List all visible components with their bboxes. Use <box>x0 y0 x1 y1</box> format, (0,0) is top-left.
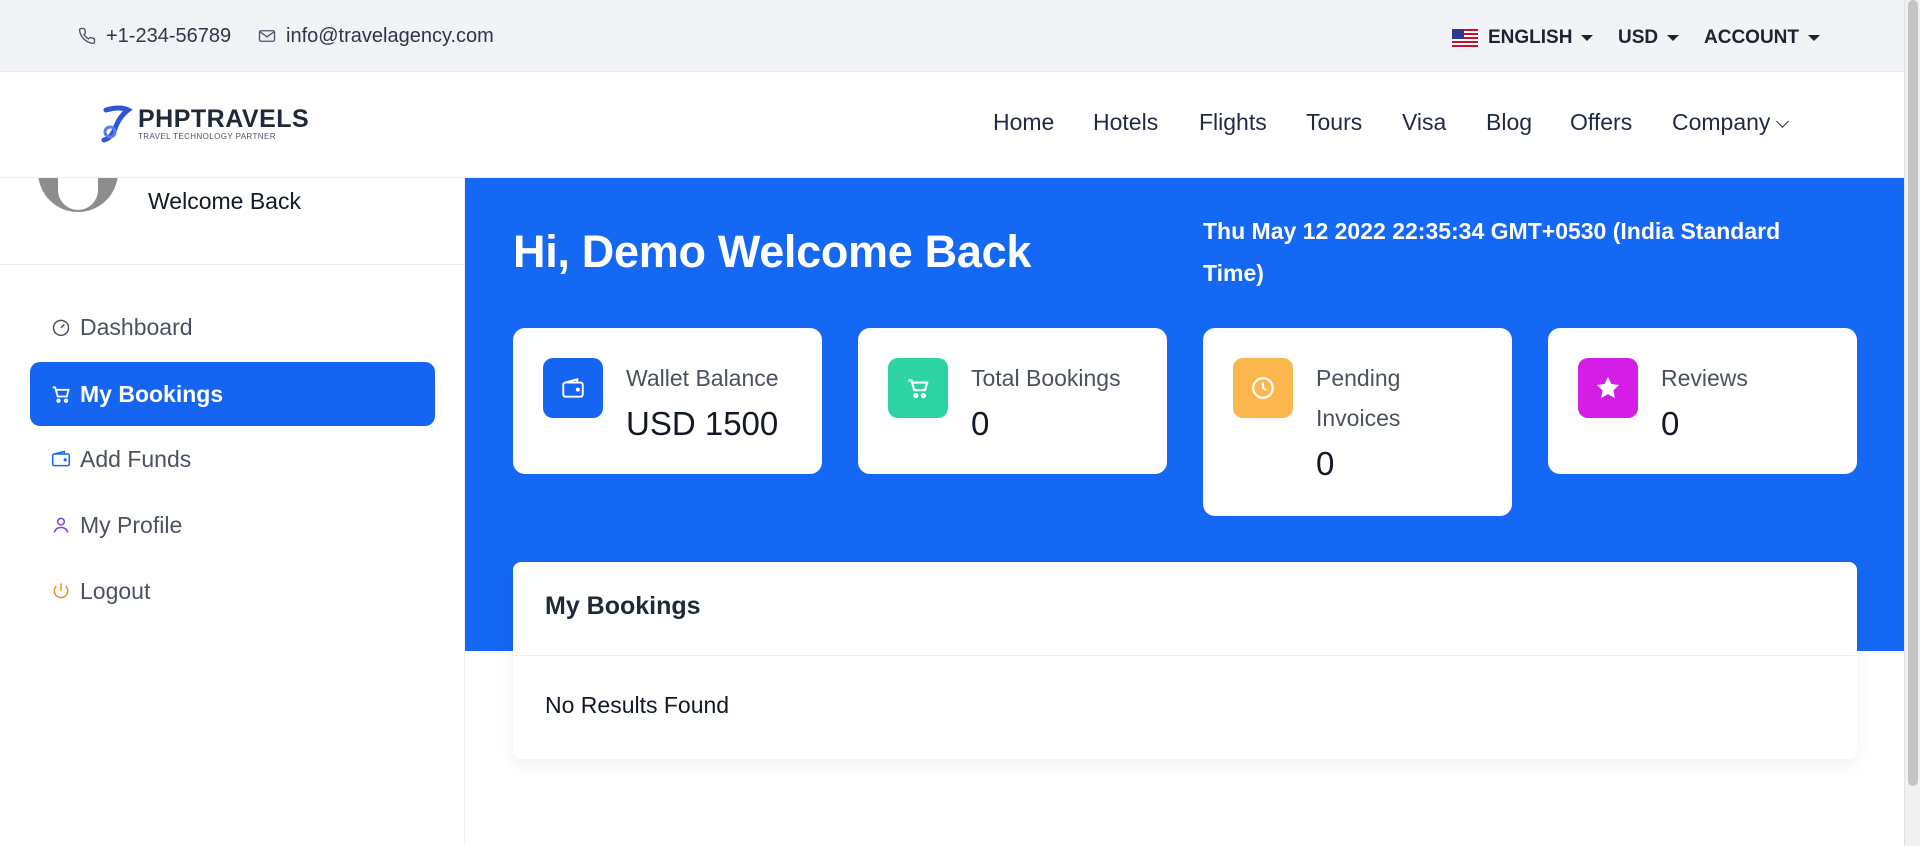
card-label: Reviews <box>1661 365 1748 391</box>
cart-icon <box>888 358 948 418</box>
total-bookings-card: Total Bookings 0 <box>858 328 1167 474</box>
pending-invoices-card: Pending Invoices 0 <box>1203 328 1512 516</box>
main-header: PHPTRAVELS TRAVEL TECHNOLOGY PARTNER Hom… <box>0 72 1904 178</box>
nav-company[interactable]: Company <box>1672 107 1790 137</box>
sidebar-item-label: Logout <box>80 577 151 604</box>
sidebar-item-add-funds[interactable]: Add Funds <box>30 427 435 491</box>
card-label: Pending Invoices <box>1316 365 1401 431</box>
clock-icon <box>1233 358 1293 418</box>
nav-visa[interactable]: Visa <box>1402 107 1446 137</box>
sidebar-item-label: My Bookings <box>80 380 224 407</box>
logo[interactable]: PHPTRAVELS TRAVEL TECHNOLOGY PARTNER <box>100 104 309 144</box>
nav-home[interactable]: Home <box>993 107 1054 137</box>
language-label: ENGLISH <box>1488 27 1573 48</box>
currency-label: USD <box>1618 27 1659 48</box>
nav-tours[interactable]: Tours <box>1306 107 1362 137</box>
wallet-balance-card: Wallet Balance USD 1500 <box>513 328 822 474</box>
us-flag-icon <box>1452 29 1478 47</box>
card-value: 0 <box>971 405 990 442</box>
nav-company-label: Company <box>1672 109 1771 135</box>
account-dropdown[interactable]: ACCOUNT <box>1704 0 1820 76</box>
page-scrollbar[interactable] <box>1904 0 1920 846</box>
phone-icon <box>78 27 96 45</box>
language-dropdown[interactable]: ENGLISH <box>1452 0 1594 76</box>
card-value: 0 <box>1316 445 1335 482</box>
logo-mark-icon <box>101 105 133 143</box>
sidebar-item-dashboard[interactable]: Dashboard <box>30 295 435 359</box>
sidebar-item-logout[interactable]: Logout <box>30 559 435 623</box>
avatar <box>38 178 118 212</box>
card-value: 0 <box>1661 405 1680 442</box>
dashboard-icon <box>50 316 72 338</box>
panel-divider <box>513 655 1857 656</box>
sidebar-item-label: My Profile <box>80 511 183 538</box>
caret-down-icon <box>1667 35 1680 41</box>
reviews-card: Reviews 0 <box>1548 328 1857 474</box>
main-content: Hi, Demo Welcome Back Thu May 12 2022 22… <box>465 178 1904 846</box>
caret-down-icon <box>1808 35 1820 41</box>
account-label: ACCOUNT <box>1704 27 1799 48</box>
card-value: USD 1500 <box>626 405 779 442</box>
nav-blog[interactable]: Blog <box>1486 107 1532 137</box>
sidebar-item-my-bookings[interactable]: My Bookings <box>30 362 435 426</box>
power-icon <box>50 580 72 602</box>
caret-down-icon <box>1581 35 1594 41</box>
wallet-icon <box>543 358 603 418</box>
current-datetime: Thu May 12 2022 22:35:34 GMT+0530 (India… <box>1203 218 1781 286</box>
sidebar-item-label: Dashboard <box>80 313 193 340</box>
page-title: Hi, Demo Welcome Back <box>513 226 1032 277</box>
sidebar-item-label: Add Funds <box>80 445 192 472</box>
star-icon <box>1578 358 1638 418</box>
logo-title: PHPTRAVELS <box>138 105 310 133</box>
mail-icon <box>258 30 276 42</box>
logo-subtitle: TRAVEL TECHNOLOGY PARTNER <box>138 132 276 141</box>
nav-flights[interactable]: Flights <box>1199 107 1267 137</box>
card-label: Total Bookings <box>971 365 1121 391</box>
sidebar-divider <box>0 264 465 265</box>
email-contact[interactable]: info@travelagency.com <box>258 0 494 72</box>
empty-state-text: No Results Found <box>545 692 730 718</box>
nav-hotels[interactable]: Hotels <box>1093 107 1158 137</box>
phone-number: +1-234-56789 <box>106 24 232 47</box>
sidebar-item-my-profile[interactable]: My Profile <box>30 493 435 557</box>
bookings-title: My Bookings <box>545 592 701 620</box>
currency-dropdown[interactable]: USD <box>1618 0 1680 76</box>
wallet-icon <box>50 448 72 470</box>
chevron-down-icon <box>1776 115 1790 128</box>
sidebar-welcome: Welcome Back <box>148 188 301 214</box>
bookings-panel: My Bookings No Results Found <box>513 562 1857 759</box>
top-bar: +1-234-56789 info@travelagency.com ENGLI… <box>0 0 1904 72</box>
cart-icon <box>50 383 72 405</box>
card-label: Wallet Balance <box>626 365 779 391</box>
scrollbar-thumb[interactable] <box>1908 0 1918 786</box>
nav-offers[interactable]: Offers <box>1570 107 1632 137</box>
sidebar: Welcome Back Dashboard My Bookings Add F… <box>0 178 465 846</box>
user-icon <box>50 514 72 536</box>
phone-contact[interactable]: +1-234-56789 <box>78 0 231 72</box>
email-address: info@travelagency.com <box>286 24 494 47</box>
